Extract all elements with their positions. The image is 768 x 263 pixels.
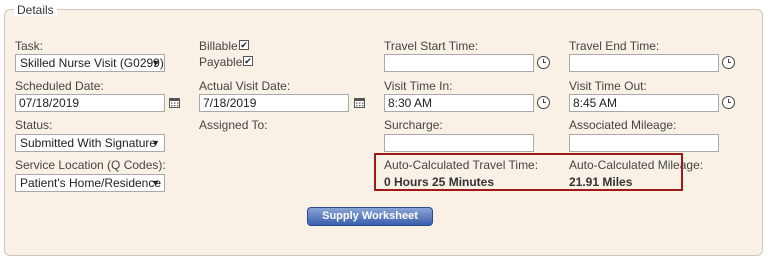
task-label: Task: <box>15 39 44 53</box>
scheduled-date-label: Scheduled Date: <box>15 79 104 93</box>
actual-visit-date-input[interactable]: 7/18/2019 <box>199 94 349 112</box>
associated-mileage-label: Associated Mileage: <box>569 118 677 132</box>
chevron-down-icon: ▼ <box>151 178 160 188</box>
payable-checkbox[interactable]: ✔ <box>243 56 253 66</box>
calendar-icon[interactable] <box>354 97 365 108</box>
assigned-to-label: Assigned To: <box>199 118 268 132</box>
auto-mileage-value: 21.91 Miles <box>569 175 633 189</box>
status-select[interactable]: Submitted With Signature ▼ <box>15 134 165 152</box>
surcharge-input[interactable] <box>384 134 534 152</box>
supply-worksheet-button[interactable]: Supply Worksheet <box>307 207 433 226</box>
service-location-select[interactable]: Patient's Home/Residence ▼ <box>15 174 165 192</box>
details-legend: Details <box>14 4 57 16</box>
associated-mileage-input[interactable] <box>569 134 719 152</box>
clock-icon[interactable] <box>537 96 550 109</box>
actual-visit-date-label: Actual Visit Date: <box>199 79 291 93</box>
auto-travel-time-label: Auto-Calculated Travel Time: <box>384 158 539 172</box>
chevron-down-icon: ▼ <box>151 58 160 68</box>
status-label: Status: <box>15 118 53 132</box>
travel-start-label: Travel Start Time: <box>384 39 479 53</box>
visit-time-out-label: Visit Time Out: <box>569 79 647 93</box>
visit-time-in-label: Visit Time In: <box>384 79 453 93</box>
chevron-down-icon: ▼ <box>151 138 160 148</box>
clock-icon[interactable] <box>722 56 735 69</box>
scheduled-date-input[interactable]: 07/18/2019 <box>15 94 165 112</box>
payable-label: Payable: <box>199 55 246 69</box>
service-location-value: Patient's Home/Residence <box>20 176 162 190</box>
task-value: Skilled Nurse Visit (G0299) <box>20 56 164 70</box>
task-select[interactable]: Skilled Nurse Visit (G0299) ▼ <box>15 54 165 72</box>
travel-end-label: Travel End Time: <box>569 39 660 53</box>
billable-checkbox[interactable]: ✔ <box>239 40 249 50</box>
surcharge-label: Surcharge: <box>384 118 443 132</box>
clock-icon[interactable] <box>537 56 550 69</box>
travel-end-input[interactable] <box>569 54 719 72</box>
auto-travel-time-value: 0 Hours 25 Minutes <box>384 175 495 189</box>
travel-start-input[interactable] <box>384 54 534 72</box>
billable-label: Billable: <box>199 39 242 53</box>
visit-time-in-input[interactable]: 8:30 AM <box>384 94 534 112</box>
auto-mileage-label: Auto-Calculated Mileage: <box>569 158 704 172</box>
status-value: Submitted With Signature <box>20 136 157 150</box>
calendar-icon[interactable] <box>169 97 180 108</box>
service-location-label: Service Location (Q Codes): <box>15 158 166 172</box>
visit-time-out-input[interactable]: 8:45 AM <box>569 94 719 112</box>
clock-icon[interactable] <box>722 96 735 109</box>
